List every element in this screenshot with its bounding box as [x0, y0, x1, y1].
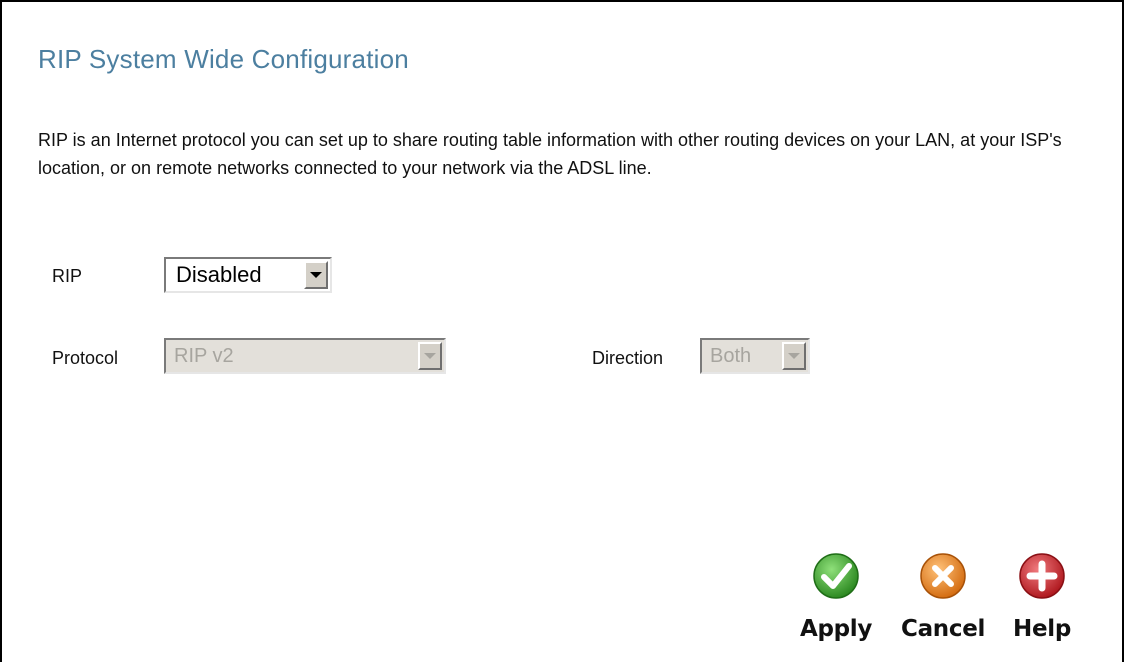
plus-icon	[1019, 553, 1065, 599]
direction-select[interactable]: Both	[700, 338, 810, 374]
help-label: Help	[1013, 616, 1071, 642]
cancel-label: Cancel	[901, 616, 986, 642]
page-title: RIP System Wide Configuration	[38, 44, 409, 74]
chevron-down-icon[interactable]	[304, 261, 328, 289]
apply-button[interactable]: Apply	[794, 552, 878, 642]
page-description: RIP is an Internet protocol you can set …	[38, 130, 1062, 178]
chevron-down-icon[interactable]	[782, 342, 806, 370]
protocol-select-value: RIP v2	[174, 344, 234, 367]
chevron-down-icon[interactable]	[418, 342, 442, 370]
check-icon	[813, 553, 859, 599]
rip-label: RIP	[52, 266, 83, 286]
rip-select[interactable]: Disabled	[164, 257, 332, 293]
rip-select-value: Disabled	[176, 262, 262, 287]
x-icon	[920, 553, 966, 599]
direction-label: Direction	[592, 348, 664, 368]
config-panel: RIP System Wide Configuration RIP is an …	[0, 0, 1124, 662]
protocol-label: Protocol	[52, 348, 119, 368]
cancel-button[interactable]: Cancel	[901, 552, 985, 642]
direction-select-value: Both	[710, 344, 752, 367]
apply-label: Apply	[799, 616, 873, 642]
protocol-select[interactable]: RIP v2	[164, 338, 446, 374]
help-button[interactable]: Help	[1000, 552, 1084, 642]
